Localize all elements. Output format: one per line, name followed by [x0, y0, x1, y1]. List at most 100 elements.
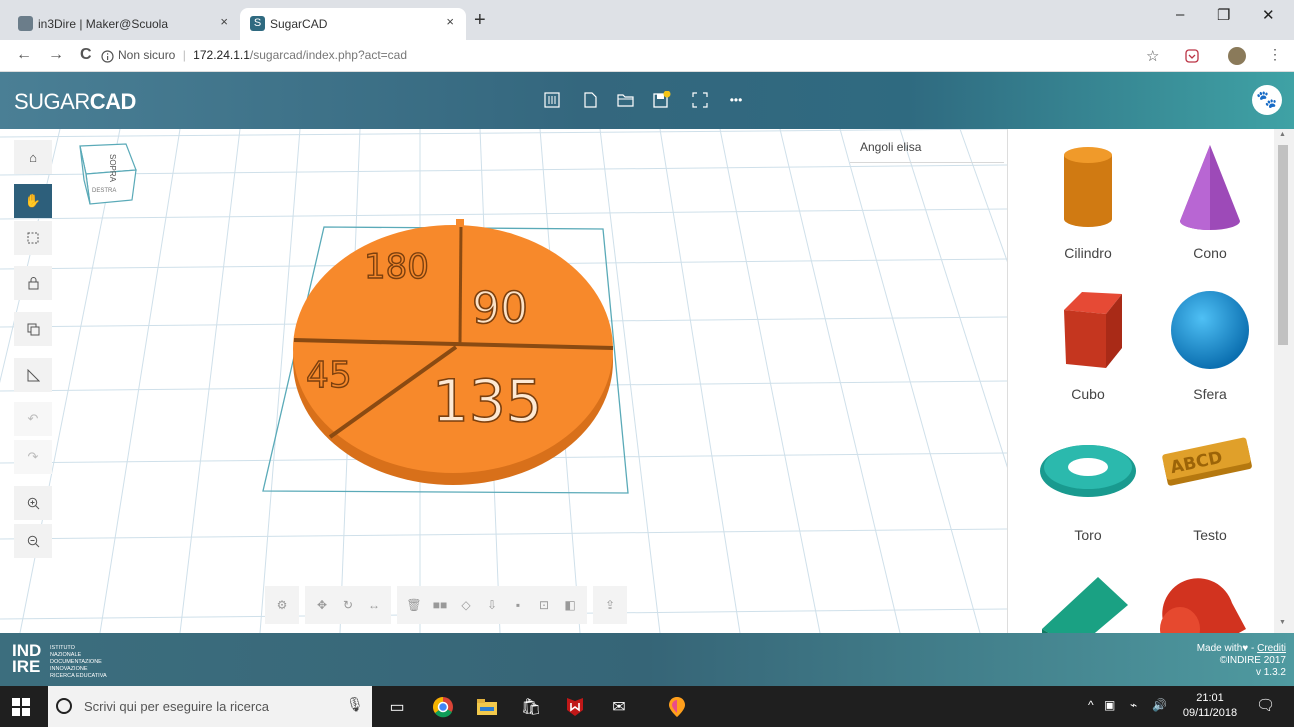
task-view-icon[interactable]: ▭ — [384, 694, 410, 720]
group-icon[interactable]: ■■ — [427, 590, 453, 620]
windows-start-icon[interactable] — [12, 698, 30, 716]
restore-button[interactable]: ❐ — [1217, 6, 1230, 24]
info-icon[interactable] — [101, 50, 114, 63]
close-tab-icon[interactable]: × — [220, 14, 228, 29]
store-icon[interactable]: 🛍 — [518, 694, 544, 720]
document-name-underline — [850, 162, 1004, 163]
pie-angle-model[interactable]: 180 90 45 135 — [288, 215, 618, 495]
cylinder-icon — [1064, 147, 1112, 227]
settings-sliders-icon[interactable] — [542, 90, 562, 110]
new-tab-button[interactable]: + — [474, 9, 486, 32]
home-view-button[interactable]: ⌂ — [14, 140, 52, 174]
3d-workspace[interactable]: 180 90 45 135 Angoli elisa — [0, 129, 1007, 633]
address-bar: ← → C Non sicuro | 172.24.1.1/sugarcad/i… — [0, 40, 1294, 72]
fullscreen-icon[interactable] — [690, 90, 710, 110]
shape-text[interactable]: ABCD Testo — [1150, 421, 1270, 551]
save-icon[interactable] — [652, 90, 672, 110]
indire-sub-line: RICERCA EDUCATIVA — [50, 673, 107, 679]
undo-button[interactable]: ↶ — [14, 402, 52, 436]
tab-in3dire[interactable]: in3Dire | Maker@Scuola × — [8, 8, 240, 40]
scroll-down-arrow[interactable]: ▼ — [1279, 619, 1286, 626]
back-button[interactable]: ← — [16, 46, 32, 64]
lock-button[interactable] — [14, 266, 52, 300]
document-name[interactable]: Angoli elisa — [860, 140, 921, 154]
browser-menu-icon[interactable]: ⋮ — [1268, 46, 1282, 63]
bookmark-star-icon[interactable]: ☆ — [1146, 47, 1159, 65]
credits-link[interactable]: Crediti — [1257, 643, 1286, 654]
solid-hole-icon[interactable]: ▪ — [505, 590, 531, 620]
taskbar-clock[interactable]: 21:01 09/11/2018 — [1176, 691, 1244, 721]
pan-hand-button[interactable]: ✋ — [14, 184, 52, 218]
more-options-icon[interactable]: ••• — [726, 90, 746, 110]
shape-sphere[interactable]: Sfera — [1150, 280, 1270, 410]
chrome-app-icon[interactable] — [430, 694, 456, 720]
pocket-extension-icon[interactable] — [1185, 49, 1199, 63]
select-box-button[interactable] — [14, 221, 52, 255]
reload-button[interactable]: C — [80, 46, 92, 64]
close-window-button[interactable]: ✕ — [1262, 6, 1275, 24]
shape-torus[interactable]: Toro — [1028, 421, 1148, 551]
close-tab-icon[interactable]: × — [446, 14, 454, 29]
label-45: 45 — [306, 355, 352, 396]
minimize-button[interactable]: – — [1176, 6, 1184, 23]
align-icon[interactable]: ⊡ — [531, 590, 557, 620]
gear-icon[interactable]: ⚙ — [269, 590, 295, 620]
shape-cone[interactable]: Cono — [1150, 139, 1270, 269]
panel-scrollbar[interactable]: ▲ ▼ — [1274, 129, 1294, 633]
volume-icon[interactable]: 🔊 — [1152, 698, 1167, 712]
cortana-icon — [56, 698, 72, 714]
move-icon[interactable]: ✥ — [309, 590, 335, 620]
shape-cube[interactable]: Cubo — [1028, 280, 1148, 410]
view-cube[interactable]: SOPRA DESTRA — [76, 140, 138, 206]
zoom-out-button[interactable] — [14, 524, 52, 558]
url-field[interactable]: Non sicuro | 172.24.1.1/sugarcad/index.p… — [118, 48, 407, 62]
drop-to-floor-icon[interactable]: ⇩ — [479, 590, 505, 620]
mcafee-icon[interactable] — [562, 694, 588, 720]
scroll-thumb[interactable] — [1278, 145, 1288, 345]
windows-taskbar: Scrivi qui per eseguire la ricerca 🎙 ▭ 🛍… — [0, 686, 1294, 727]
microphone-icon[interactable]: 🎙 — [346, 696, 364, 713]
tray-chevron-icon[interactable]: ^ — [1088, 698, 1094, 712]
view-cube-top-label: SOPRA — [108, 154, 117, 183]
taskbar-search-box[interactable]: Scrivi qui per eseguire la ricerca 🎙 — [48, 686, 372, 727]
new-file-icon[interactable] — [580, 90, 600, 110]
duplicate-button[interactable] — [14, 312, 52, 346]
browser-tab-bar: in3Dire | Maker@Scuola × S SugarCAD × + … — [0, 0, 1294, 40]
export-icon[interactable]: ⇪ — [597, 590, 623, 620]
forward-button[interactable]: → — [48, 46, 64, 64]
scroll-up-arrow[interactable]: ▲ — [1279, 131, 1286, 138]
half-cylinder-shape-icon[interactable] — [1152, 569, 1252, 633]
notifications-icon[interactable]: 🗨 — [1256, 696, 1275, 714]
logo-bold: CAD — [89, 89, 137, 114]
sphere-icon — [1171, 291, 1249, 369]
text-3d-icon: ABCD — [1162, 437, 1252, 486]
shape-library-panel: Cilindro Cono Cubo Sfera Toro ABCD Testo — [1007, 129, 1294, 633]
indire-sub-line: DOCUMENTAZIONE — [50, 659, 102, 665]
cube-outline-icon[interactable]: ◇ — [453, 590, 479, 620]
shape-cylinder[interactable]: Cilindro — [1028, 139, 1148, 269]
shape-label: Toro — [1074, 527, 1102, 543]
paint3d-icon[interactable] — [664, 694, 690, 720]
security-label: Non sicuro — [118, 48, 176, 62]
mail-icon[interactable]: ✉ — [606, 694, 632, 720]
profile-avatar[interactable] — [1228, 47, 1246, 65]
transform-toolbar: ⚙ ✥ ↻ ↔ 🗑 ■■ ◇ ⇩ ▪ ⊡ ◧ ⇪ — [265, 586, 633, 624]
label-180: 180 — [364, 247, 429, 287]
prism-shape-icon[interactable] — [1036, 569, 1136, 633]
paw-user-icon[interactable]: 🐾 — [1252, 85, 1282, 115]
ruler-button[interactable] — [14, 358, 52, 392]
delete-icon[interactable]: 🗑 — [401, 590, 427, 620]
redo-button[interactable]: ↷ — [14, 440, 52, 474]
file-explorer-icon[interactable] — [474, 694, 500, 720]
tool-group-settings: ⚙ — [265, 586, 299, 624]
tray-app-icon[interactable]: ▣ — [1104, 698, 1115, 712]
sugarcad-favicon-icon: S — [250, 16, 265, 31]
boolean-icon[interactable]: ◧ — [557, 590, 583, 620]
scale-icon[interactable]: ↔ — [361, 590, 387, 620]
rotate-icon[interactable]: ↻ — [335, 590, 361, 620]
network-icon[interactable]: ⌁ — [1130, 698, 1137, 712]
zoom-in-button[interactable] — [14, 486, 52, 520]
open-folder-icon[interactable] — [615, 90, 635, 110]
label-90: 90 — [472, 283, 528, 334]
tab-sugarcad[interactable]: S SugarCAD × — [240, 8, 466, 40]
